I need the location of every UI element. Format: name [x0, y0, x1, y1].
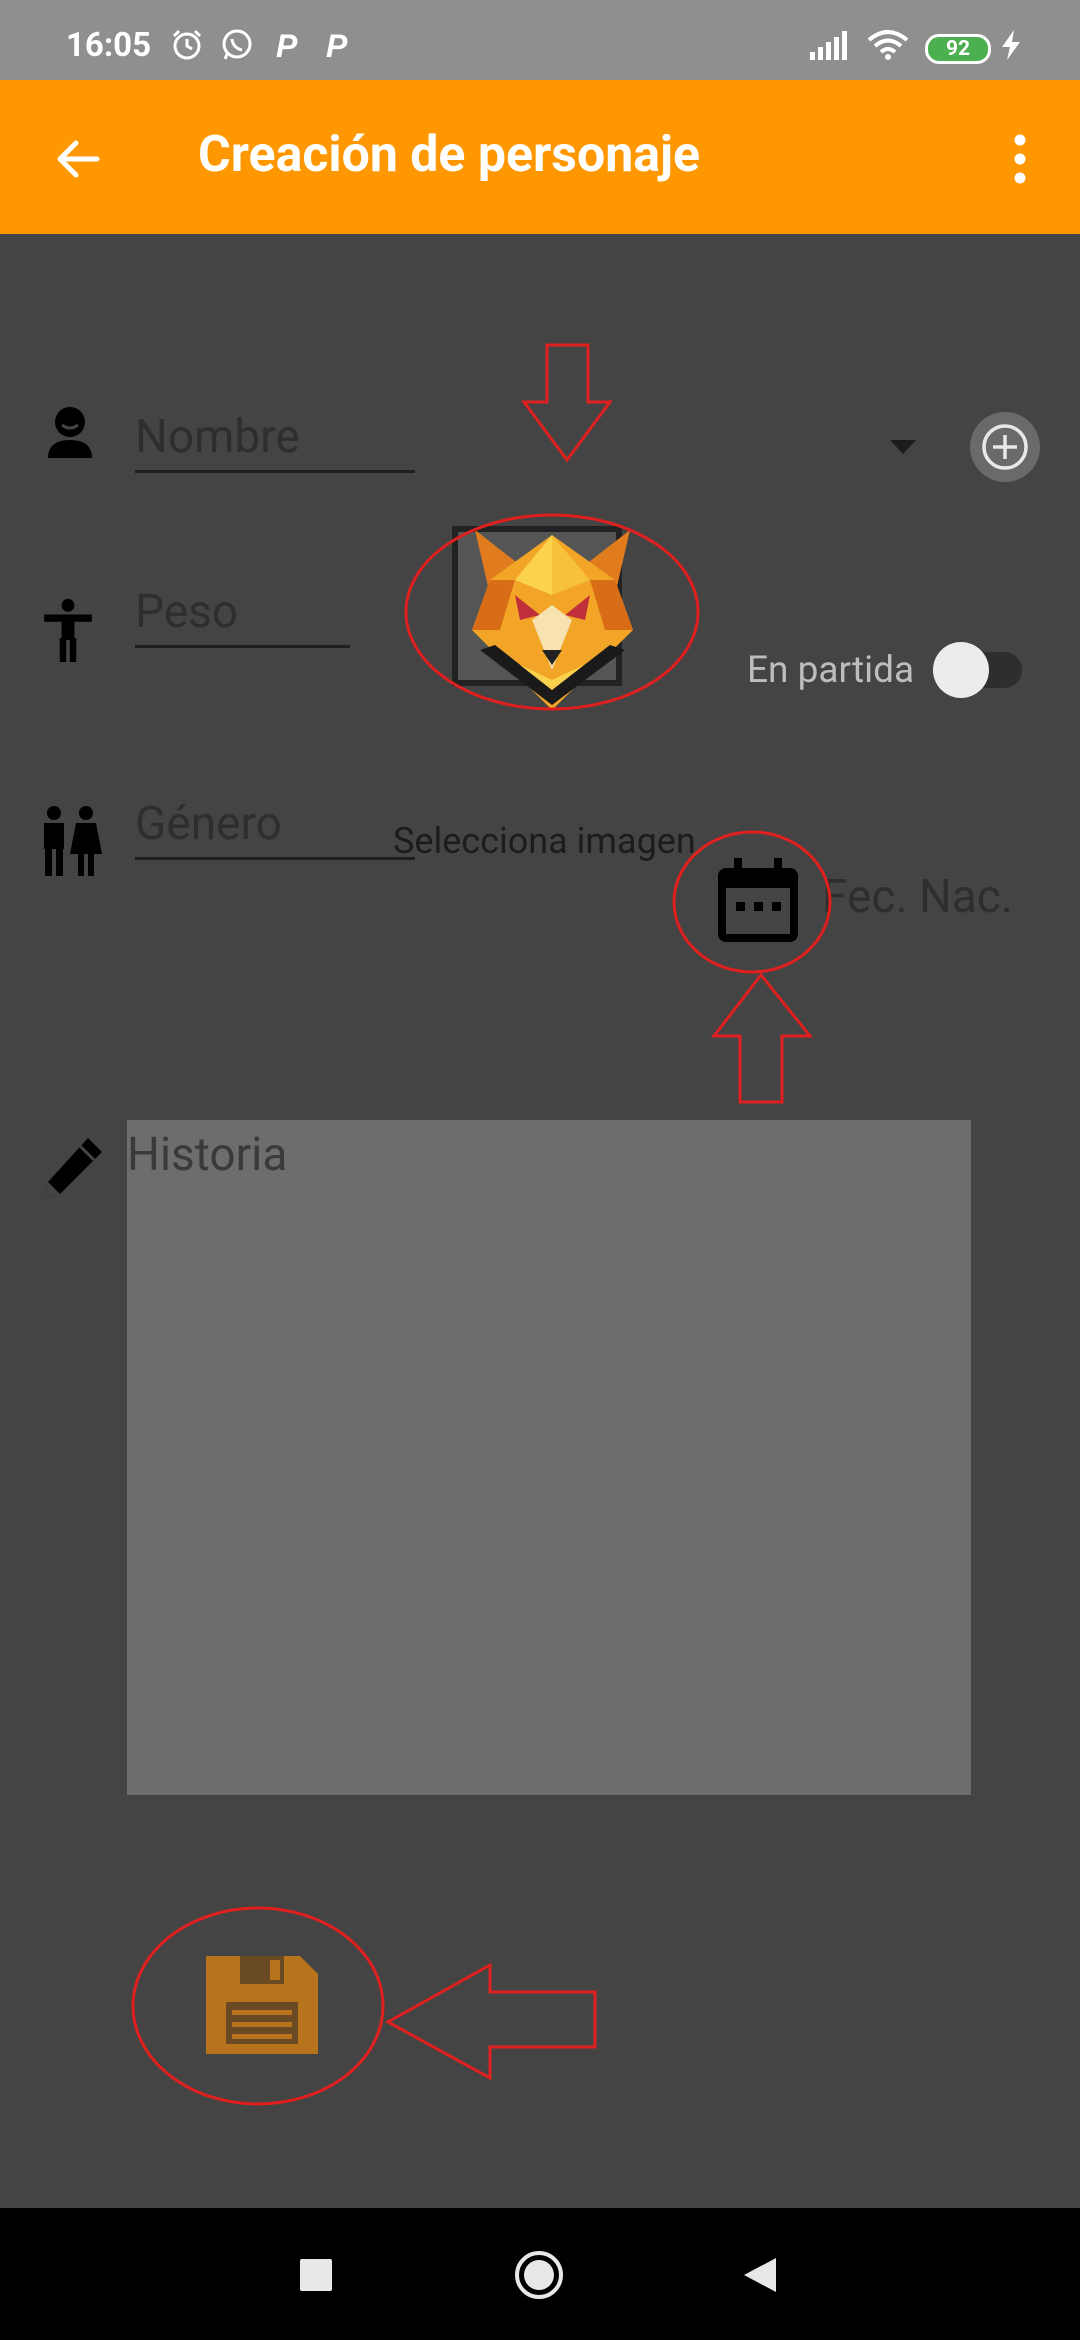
en-partida-label: En partida [747, 649, 915, 692]
dropdown-arrow-icon[interactable] [888, 438, 918, 456]
calendar-icon[interactable] [712, 856, 804, 948]
svg-text:P: P [326, 28, 348, 62]
annotation-arrow-down [521, 343, 613, 463]
peso-input[interactable]: Peso [135, 585, 350, 648]
fec-nac-label[interactable]: Fec. Nac. [822, 870, 1013, 924]
status-time: 16:05 [66, 26, 152, 65]
parking-icon: P [326, 28, 348, 62]
nombre-placeholder: Nombre [135, 410, 300, 464]
genero-placeholder: Género [135, 797, 282, 851]
battery-icon: 92 [925, 34, 991, 64]
add-circle-button[interactable] [968, 410, 1042, 484]
genero-input[interactable]: Género [135, 797, 415, 860]
more-vert-icon[interactable] [1002, 130, 1038, 190]
svg-text:P: P [276, 28, 298, 62]
switch-thumb [933, 642, 989, 698]
peso-placeholder: Peso [135, 585, 239, 639]
annotation-arrow-left [384, 1962, 597, 2081]
save-button[interactable] [200, 1950, 324, 2060]
wolf-avatar-icon[interactable] [460, 520, 645, 720]
alarm-icon [172, 29, 202, 60]
accessibility-icon [44, 598, 92, 662]
signal-icon [810, 31, 847, 60]
wc-people-icon [44, 806, 102, 876]
back-button[interactable] [742, 2256, 778, 2294]
home-button[interactable] [512, 2248, 566, 2302]
parking-icon: P [276, 28, 298, 62]
annotation-arrow-up [710, 972, 814, 1104]
whatsapp-icon [222, 29, 252, 60]
page-title: Creación de personaje [198, 126, 701, 184]
historia-textarea[interactable] [127, 1120, 971, 1795]
person-icon [48, 407, 92, 458]
arrow-back-icon[interactable] [52, 134, 102, 184]
wifi-icon [867, 30, 909, 60]
select-image-label[interactable]: Selecciona imagen [393, 820, 696, 862]
charging-icon [1002, 30, 1020, 60]
status-bar [0, 0, 1080, 80]
recent-apps-button[interactable] [300, 2259, 332, 2291]
pencil-icon [44, 1138, 102, 1198]
historia-placeholder: Historia [127, 1128, 288, 1182]
nombre-input[interactable]: Nombre [135, 410, 415, 473]
